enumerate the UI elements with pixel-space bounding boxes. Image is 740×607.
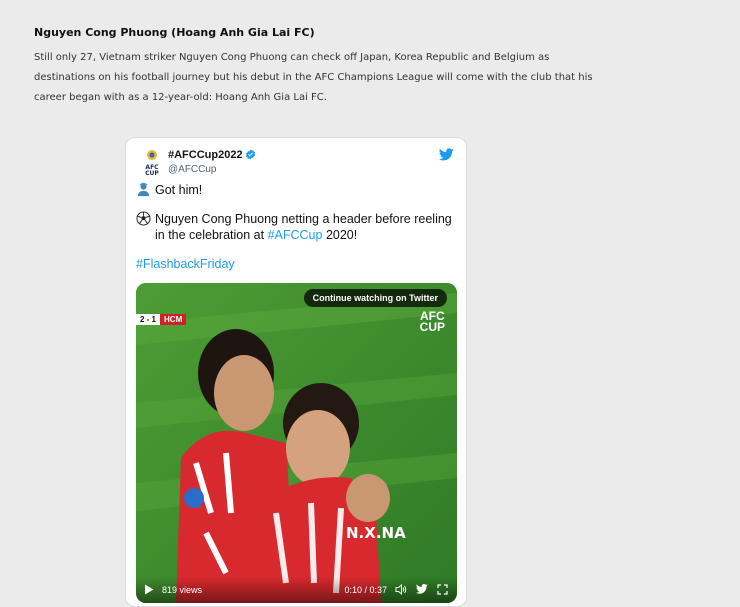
team-text: HCM	[160, 314, 187, 325]
tweet-text: Got him! Nguyen Cong Phuong netting a he…	[136, 182, 456, 272]
tweet-line-2: Nguyen Cong Phuong netting a header befo…	[136, 211, 456, 243]
volume-icon[interactable]	[395, 583, 407, 597]
tweet-line-1-text: Got him!	[155, 183, 203, 197]
article-body: Still only 27, Vietnam striker Nguyen Co…	[34, 52, 593, 103]
flashback-friday-hashtag-link[interactable]: #FlashbackFriday	[136, 256, 235, 272]
jersey-name-text: N.X.NA	[346, 524, 406, 542]
tweet-line-2-post: 2020!	[322, 228, 358, 242]
tweet-line-2-text: Nguyen Cong Phuong netting a header befo…	[155, 211, 456, 243]
tweet-handle[interactable]: @AFCCup	[168, 164, 217, 175]
tweet-hashtag-line: #FlashbackFriday	[136, 256, 456, 272]
fullscreen-icon[interactable]	[437, 583, 448, 597]
svg-text:CUP: CUP	[145, 170, 159, 177]
bust-emoji-icon	[136, 182, 151, 197]
afc-cup-avatar[interactable]: AFC CUP	[142, 149, 162, 177]
tweet-embed[interactable]: AFC CUP #AFCCup2022 @AFCCup Got him! Ngu…	[125, 137, 467, 607]
twitter-bird-small-icon[interactable]	[415, 584, 428, 596]
video-time: 0:10 / 0:37	[344, 585, 387, 595]
article-title: Nguyen Cong Phuong (Hoang Anh Gia Lai FC…	[34, 26, 315, 39]
article-section: Nguyen Cong Phuong (Hoang Anh Gia Lai FC…	[34, 26, 594, 108]
soccer-ball-emoji-icon	[136, 211, 151, 226]
tweet-line-1: Got him!	[136, 182, 456, 198]
verified-badge-icon	[245, 149, 256, 163]
continue-watching-button[interactable]: Continue watching on Twitter	[303, 289, 447, 307]
display-name-text[interactable]: #AFCCup2022	[168, 149, 243, 161]
afccup-hashtag-link[interactable]: #AFCCup	[268, 228, 323, 242]
tweet-display-name[interactable]: #AFCCup2022	[168, 149, 256, 163]
play-icon[interactable]	[144, 584, 154, 597]
video-controls: 819 views 0:10 / 0:37	[136, 577, 457, 603]
tweet-video[interactable]: N.X.NA Continue watching on Twitter 2 - …	[136, 283, 457, 603]
tweet-header: AFC CUP #AFCCup2022 @AFCCup	[142, 148, 454, 180]
afc-cup-watermark: AFC CUP	[419, 310, 445, 334]
view-count: 819 views	[162, 585, 203, 595]
afc-logo-line2: CUP	[419, 320, 445, 334]
scoreboard: 2 - 1 HCM	[136, 314, 187, 325]
score-text: 2 - 1	[136, 314, 161, 325]
video-frame: N.X.NA	[136, 283, 457, 603]
twitter-bird-icon[interactable]	[438, 148, 454, 166]
